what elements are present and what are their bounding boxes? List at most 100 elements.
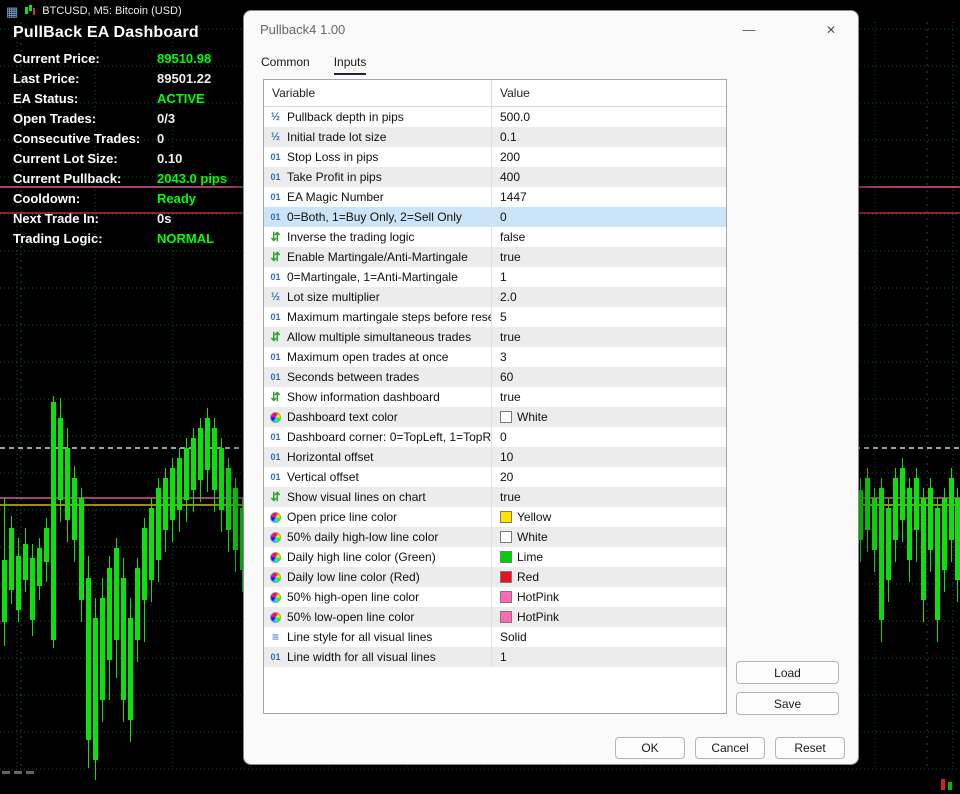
param-value-cell[interactable]: Lime (491, 547, 726, 567)
save-button[interactable]: Save (736, 692, 839, 715)
dashboard-value: 2043.0 pips (157, 171, 228, 186)
cancel-button[interactable]: Cancel (695, 737, 765, 759)
param-value-cell[interactable]: Yellow (491, 507, 726, 527)
param-row[interactable]: ⇵ Allow multiple simultaneous trades true (264, 327, 726, 347)
param-value-cell[interactable]: 10 (491, 447, 726, 467)
param-value: true (500, 250, 521, 264)
dashboard-value: 0 (157, 131, 165, 146)
param-value-cell[interactable]: Red (491, 567, 726, 587)
dashboard-value: 89510.98 (157, 51, 212, 66)
param-value: 0.1 (500, 130, 517, 144)
param-value-cell[interactable]: 1 (491, 267, 726, 287)
param-value-cell[interactable]: 400 (491, 167, 726, 187)
param-row[interactable]: 50% low-open line color HotPink (264, 607, 726, 627)
param-name-cell: 01 0=Both, 1=Buy Only, 2=Sell Only (264, 207, 491, 227)
param-row[interactable]: ⇵ Show visual lines on chart true (264, 487, 726, 507)
param-row[interactable]: 01 Dashboard corner: 0=TopLeft, 1=TopRi..… (264, 427, 726, 447)
param-value-cell[interactable]: true (491, 327, 726, 347)
param-row[interactable]: 01 EA Magic Number 1447 (264, 187, 726, 207)
param-row[interactable]: Daily high line color (Green) Lime (264, 547, 726, 567)
dashboard-row: Cooldown: Ready (13, 191, 227, 211)
color-wheel-icon (270, 611, 281, 623)
dashboard-value: 0s (157, 211, 172, 226)
param-row[interactable]: Dashboard text color White (264, 407, 726, 427)
load-button[interactable]: Load (736, 661, 839, 684)
boolean-type-icon: ⇵ (270, 490, 281, 504)
param-row[interactable]: 01 0=Both, 1=Buy Only, 2=Sell Only 0 (264, 207, 726, 227)
column-header-variable[interactable]: Variable (264, 80, 491, 106)
param-row[interactable]: 01 Maximum open trades at once 3 (264, 347, 726, 367)
close-icon[interactable]: ✕ (820, 20, 842, 40)
color-wheel-icon (270, 511, 281, 523)
param-row[interactable]: ≡ Line style for all visual lines Solid (264, 627, 726, 647)
param-name-cell: 01 Stop Loss in pips (264, 147, 491, 167)
param-value-cell[interactable]: 200 (491, 147, 726, 167)
param-value-cell[interactable]: 3 (491, 347, 726, 367)
param-name-cell: Daily low line color (Red) (264, 567, 491, 587)
param-value-cell[interactable]: 0 (491, 427, 726, 447)
param-row[interactable]: 50% daily high-low line color White (264, 527, 726, 547)
param-value-cell[interactable]: true (491, 387, 726, 407)
param-value-cell[interactable]: false (491, 227, 726, 247)
param-name: Maximum open trades at once (287, 350, 449, 364)
param-row[interactable]: ⇵ Show information dashboard true (264, 387, 726, 407)
param-row[interactable]: 01 Take Profit in pips 400 (264, 167, 726, 187)
ok-button[interactable]: OK (615, 737, 685, 759)
param-name-cell: ⇵ Enable Martingale/Anti-Martingale (264, 247, 491, 267)
color-wheel-icon (270, 571, 281, 583)
param-value-cell[interactable]: true (491, 487, 726, 507)
param-row[interactable]: ½ Pullback depth in pips 500.0 (264, 107, 726, 127)
param-value: White (517, 530, 548, 544)
param-value-cell[interactable]: 20 (491, 467, 726, 487)
param-value-cell[interactable]: 0 (491, 207, 726, 227)
param-value-cell[interactable]: 2.0 (491, 287, 726, 307)
dialog-tabs: Common Inputs (261, 55, 367, 75)
param-row[interactable]: ⇵ Inverse the trading logic false (264, 227, 726, 247)
dashboard-label: EA Status: (13, 91, 79, 106)
param-row[interactable]: Daily low line color (Red) Red (264, 567, 726, 587)
integer-type-icon: 01 (270, 452, 281, 462)
param-value-cell[interactable]: 1447 (491, 187, 726, 207)
param-row[interactable]: ⇵ Enable Martingale/Anti-Martingale true (264, 247, 726, 267)
param-value-cell[interactable]: White (491, 407, 726, 427)
param-value-cell[interactable]: true (491, 247, 726, 267)
param-row[interactable]: ½ Lot size multiplier 2.0 (264, 287, 726, 307)
column-header-value[interactable]: Value (491, 80, 726, 106)
param-value-cell[interactable]: 0.1 (491, 127, 726, 147)
metatrader-window: ▦ BTCUSD, M5: Bitcoin (USD) PullBack EA … (0, 0, 960, 794)
reset-button[interactable]: Reset (775, 737, 845, 759)
param-row[interactable]: 50% high-open line color HotPink (264, 587, 726, 607)
param-name-cell: ½ Lot size multiplier (264, 287, 491, 307)
param-value-cell[interactable]: 5 (491, 307, 726, 327)
param-row[interactable]: 01 Vertical offset 20 (264, 467, 726, 487)
param-name: Show information dashboard (287, 390, 440, 404)
tab-inputs[interactable]: Inputs (333, 55, 367, 75)
param-value-cell[interactable]: 1 (491, 647, 726, 667)
market-watch-icon[interactable]: ▦ (6, 5, 18, 18)
param-value-cell[interactable]: White (491, 527, 726, 547)
param-row[interactable]: 01 Stop Loss in pips 200 (264, 147, 726, 167)
param-name: Daily high line color (Green) (287, 550, 436, 564)
param-value: 0 (500, 430, 507, 444)
param-row[interactable]: ½ Initial trade lot size 0.1 (264, 127, 726, 147)
double-type-icon: ½ (270, 291, 281, 303)
param-value-cell[interactable]: 60 (491, 367, 726, 387)
param-name-cell: 01 Dashboard corner: 0=TopLeft, 1=TopRi..… (264, 427, 491, 447)
param-row[interactable]: 01 Maximum martingale steps before reset 5 (264, 307, 726, 327)
param-value-cell[interactable]: 500.0 (491, 107, 726, 127)
dashboard-label: Current Price: (13, 51, 100, 66)
param-value-cell[interactable]: HotPink (491, 587, 726, 607)
color-swatch (500, 551, 512, 563)
param-name-cell: ⇵ Show information dashboard (264, 387, 491, 407)
param-row[interactable]: 01 Horizontal offset 10 (264, 447, 726, 467)
param-value-cell[interactable]: HotPink (491, 607, 726, 627)
param-value-cell[interactable]: Solid (491, 627, 726, 647)
param-row[interactable]: 01 Line width for all visual lines 1 (264, 647, 726, 667)
param-row[interactable]: Open price line color Yellow (264, 507, 726, 527)
tab-common[interactable]: Common (261, 55, 310, 75)
minimize-button[interactable]: — (738, 20, 760, 40)
param-row[interactable]: 01 Seconds between trades 60 (264, 367, 726, 387)
param-value: Red (517, 570, 540, 584)
param-row[interactable]: 01 0=Martingale, 1=Anti-Martingale 1 (264, 267, 726, 287)
param-name: Line style for all visual lines (287, 630, 433, 644)
